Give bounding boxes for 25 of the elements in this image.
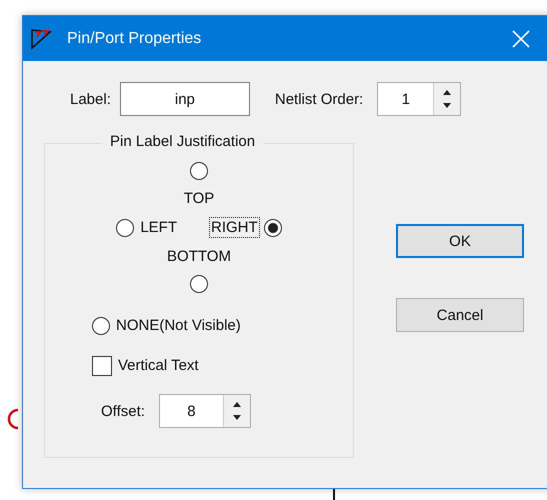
option-label: RIGHT — [209, 217, 260, 238]
radio-button[interactable] — [264, 218, 282, 236]
schematic-wire — [333, 488, 335, 500]
schematic-arc — [6, 408, 20, 430]
ok-button[interactable]: OK — [396, 224, 524, 258]
label-caption: Label: — [70, 90, 111, 108]
checkbox[interactable] — [92, 356, 112, 376]
radio-button[interactable] — [92, 316, 110, 334]
netlist-order-spinner[interactable]: 1 — [377, 82, 462, 116]
radio-button[interactable] — [190, 162, 208, 180]
cancel-button[interactable]: Cancel — [396, 298, 524, 332]
option-label: TOP — [182, 189, 216, 209]
close-icon[interactable] — [511, 28, 531, 48]
option-label: LEFT — [139, 218, 178, 238]
window-title: Pin/Port Properties — [67, 30, 202, 48]
option-label: NONE(Not Visible) — [115, 316, 242, 336]
app-icon — [30, 28, 54, 50]
netlist-order-caption: Netlist Order: — [274, 90, 364, 108]
option-label: BOTTOM — [166, 247, 232, 267]
checkbox-label: Vertical Text — [117, 356, 200, 376]
offset-spinner[interactable]: 8 — [158, 394, 251, 428]
offset-caption: Offset: — [101, 402, 145, 420]
label-field[interactable]: inp — [120, 82, 250, 116]
radio-button[interactable] — [116, 218, 134, 236]
radio-button[interactable] — [190, 275, 208, 293]
